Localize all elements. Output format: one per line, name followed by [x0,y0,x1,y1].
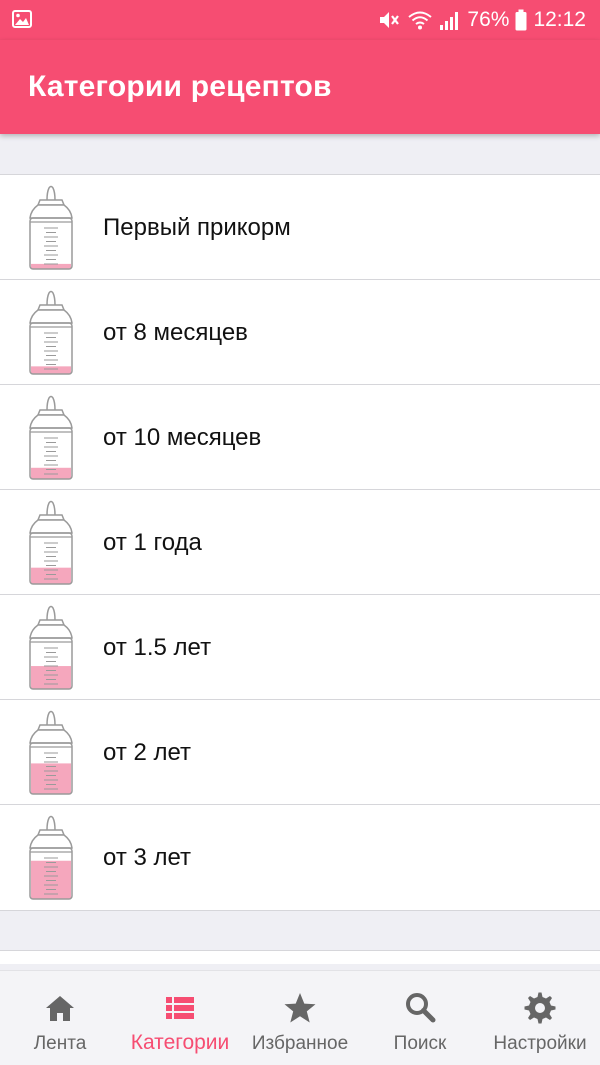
category-item[interactable]: Первый прикорм [0,175,600,280]
bottle-icon [29,185,73,270]
nav-label: Лента [33,1033,87,1054]
app-bar: Категории рецептов [0,40,600,134]
gear-icon [524,992,556,1024]
category-item[interactable]: от 1 года [0,490,600,595]
nav-item-gear[interactable]: Настройки [480,971,600,1065]
list-footer [0,950,600,964]
list-icon [166,997,194,1019]
home-icon [46,996,74,1021]
category-item[interactable]: от 10 месяцев [0,385,600,490]
category-label: от 1.5 лет [103,634,212,661]
bottle-icon [29,290,73,375]
battery-icon [515,9,527,31]
category-label: от 3 лет [103,844,192,871]
bottle-icon [29,605,73,690]
category-label: Первый прикорм [103,214,291,241]
nav-label: Поиск [393,1033,447,1054]
category-item[interactable]: от 3 лет [0,805,600,910]
star-icon [284,993,316,1023]
clock: 12:12 [533,8,586,31]
mute-icon [380,12,400,28]
bottom-navigation: Лента Категории Избранное Поиск Настройки [0,970,600,1065]
status-bar: 76% 12:12 [0,0,600,40]
bottle-icon [29,395,73,480]
gallery-icon [12,10,32,28]
category-list: Первый прикорм от 8 месяцев от 10 месяцев о… [0,174,600,911]
wifi-icon [408,11,433,30]
nav-label: Категории [130,1031,230,1054]
nav-label: Настройки [493,1033,587,1054]
category-item[interactable]: от 2 лет [0,700,600,805]
nav-label: Избранное [251,1033,349,1054]
bottle-icon [29,710,73,795]
page-title: Категории рецептов [28,70,332,103]
signal-icon [440,12,459,30]
bottle-icon [29,815,73,900]
category-item[interactable]: от 8 месяцев [0,280,600,385]
category-label: от 2 лет [103,739,192,766]
nav-item-home[interactable]: Лента [0,971,120,1065]
category-label: от 8 месяцев [103,319,248,346]
category-label: от 10 месяцев [103,424,262,451]
category-item[interactable]: от 1.5 лет [0,595,600,700]
category-label: от 1 года [103,529,202,556]
bottle-icon [29,500,73,585]
search-icon [406,993,436,1023]
nav-item-star[interactable]: Избранное [240,971,360,1065]
battery-percent: 76% [467,8,510,31]
nav-item-search[interactable]: Поиск [360,971,480,1065]
nav-item-list[interactable]: Категории [120,971,240,1065]
